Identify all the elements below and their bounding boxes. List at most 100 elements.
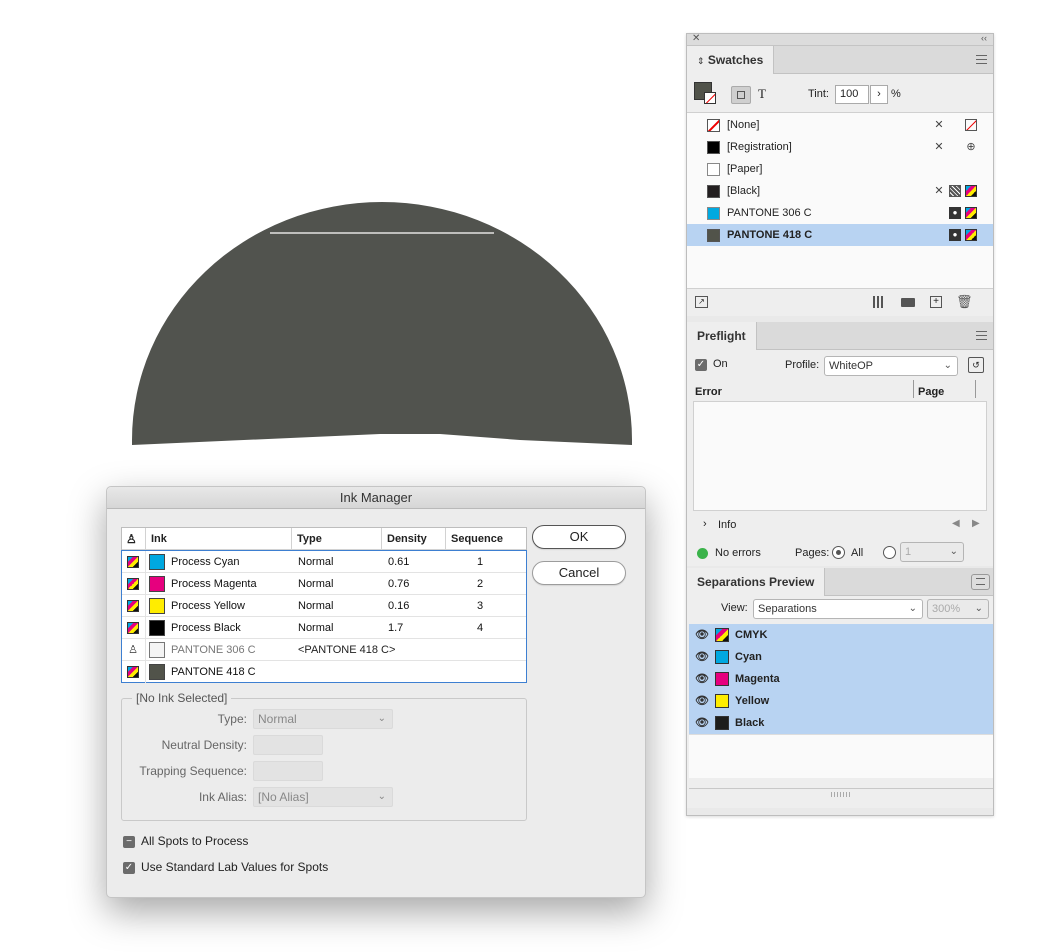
close-icon[interactable]: ✕ bbox=[692, 33, 700, 44]
new-swatch-icon[interactable]: + bbox=[930, 296, 942, 308]
swatch-item-pantone-306[interactable]: PANTONE 306 C ● bbox=[687, 202, 993, 224]
spot-color-icon: ● bbox=[949, 207, 961, 219]
header-ink[interactable]: Ink bbox=[145, 528, 291, 550]
status-indicator bbox=[697, 548, 708, 559]
separations-list-empty bbox=[689, 734, 993, 778]
percent-label: % bbox=[891, 88, 901, 100]
error-column-header[interactable]: Error bbox=[695, 386, 722, 398]
pages-range-input[interactable]: 1 ⌄ bbox=[900, 542, 964, 562]
show-swatch-kinds-icon[interactable]: ↗ bbox=[695, 296, 708, 308]
separation-row-black[interactable]: 👁 Black bbox=[689, 712, 993, 734]
cancel-button[interactable]: Cancel bbox=[532, 561, 626, 585]
color-chip bbox=[715, 694, 729, 708]
swatch-item-registration[interactable]: [Registration] ✕ ⊕ bbox=[687, 136, 993, 158]
cmyk-icon bbox=[965, 207, 977, 219]
process-ink-icon[interactable] bbox=[127, 622, 139, 634]
ink-color-chip bbox=[149, 576, 165, 592]
type-select[interactable]: Normal ⌄ bbox=[253, 709, 393, 729]
spot-ink-icon[interactable]: ♙ bbox=[127, 644, 139, 656]
artwork-shape bbox=[132, 202, 632, 445]
color-group-icon[interactable] bbox=[873, 296, 885, 308]
preflight-error-list[interactable] bbox=[693, 401, 987, 511]
spot-color-icon: ● bbox=[949, 229, 961, 241]
separation-row-cyan[interactable]: 👁 Cyan bbox=[689, 646, 993, 668]
resize-grip-icon[interactable] bbox=[831, 792, 851, 797]
process-ink-icon[interactable] bbox=[127, 666, 139, 678]
pages-range-radio[interactable] bbox=[883, 546, 896, 559]
swatch-item-none[interactable]: [None] ✕ bbox=[687, 114, 993, 136]
swatches-header: T Tint: 100 › % bbox=[687, 74, 993, 112]
all-spots-checkbox[interactable]: − bbox=[123, 836, 135, 848]
separations-body: View: Separations ⌄ 300% ⌄ 👁 CMYK 👁 Cyan… bbox=[687, 596, 993, 808]
swatch-item-pantone-418[interactable]: PANTONE 418 C ● bbox=[687, 224, 993, 246]
separation-row-magenta[interactable]: 👁 Magenta bbox=[689, 668, 993, 690]
swatch-item-paper[interactable]: [Paper] bbox=[687, 158, 993, 180]
panel-menu-icon[interactable] bbox=[976, 55, 987, 64]
swatch-item-black[interactable]: [Black] ✕ bbox=[687, 180, 993, 202]
header-density[interactable]: Density bbox=[381, 528, 445, 550]
ink-row-process-yellow[interactable]: Process Yellow Normal 0.16 3 bbox=[122, 595, 526, 617]
profile-select[interactable]: WhiteOP ⌄ bbox=[824, 356, 958, 376]
tint-chevron-icon[interactable]: › bbox=[870, 85, 888, 104]
process-pattern-icon bbox=[949, 185, 961, 197]
ink-alias-select[interactable]: [No Alias] ⌄ bbox=[253, 787, 393, 807]
container-format-icon[interactable] bbox=[731, 86, 751, 104]
header-type[interactable]: Type bbox=[291, 528, 381, 550]
process-ink-icon[interactable] bbox=[127, 578, 139, 590]
separation-row-cmyk[interactable]: 👁 CMYK bbox=[689, 624, 993, 646]
ink-row-process-black[interactable]: Process Black Normal 1.7 4 bbox=[122, 617, 526, 639]
fill-stroke-widget[interactable] bbox=[694, 82, 716, 104]
half-circle-artwork bbox=[132, 202, 632, 445]
process-ink-icon[interactable] bbox=[127, 556, 139, 568]
chevron-down-icon: ⌄ bbox=[377, 713, 386, 724]
ok-button[interactable]: OK bbox=[532, 525, 626, 549]
profile-label: Profile: bbox=[785, 359, 820, 371]
use-lab-checkbox[interactable]: ✓ bbox=[123, 862, 135, 874]
panel-menu-icon[interactable] bbox=[976, 331, 987, 340]
color-chip bbox=[715, 716, 729, 730]
stroke-swatch[interactable] bbox=[704, 92, 716, 104]
info-chevron-icon[interactable]: › bbox=[703, 518, 707, 530]
tab-swatches[interactable]: ⇕ Swatches bbox=[687, 46, 775, 74]
eye-icon[interactable]: 👁 bbox=[695, 624, 709, 646]
swatch-chip bbox=[707, 119, 720, 132]
tint-input[interactable]: 100 bbox=[835, 85, 869, 104]
info-label[interactable]: Info bbox=[718, 519, 736, 531]
collapse-icon[interactable]: ‹‹ bbox=[981, 33, 987, 43]
color-chip bbox=[715, 672, 729, 686]
ink-row-process-cyan[interactable]: Process Cyan Normal 0.61 1 bbox=[122, 551, 526, 573]
trapping-sequence-input[interactable] bbox=[253, 761, 323, 781]
pages-all-radio[interactable] bbox=[832, 546, 845, 559]
ink-type-header-icon: ♙ bbox=[126, 532, 137, 546]
define-profiles-icon[interactable]: ↺ bbox=[968, 357, 984, 373]
ink-row-pantone-418[interactable]: PANTONE 418 C bbox=[122, 661, 526, 683]
eye-icon[interactable]: 👁 bbox=[695, 646, 709, 668]
ink-row-pantone-306[interactable]: ♙ PANTONE 306 C <PANTONE 418 C> bbox=[122, 639, 526, 661]
tab-preflight[interactable]: Preflight bbox=[687, 322, 757, 350]
header-sequence[interactable]: Sequence bbox=[445, 528, 527, 550]
chevron-down-icon: ⌄ bbox=[949, 546, 958, 557]
prev-arrow-icon[interactable]: ◀ bbox=[952, 518, 960, 529]
text-format-icon[interactable]: T bbox=[758, 86, 766, 102]
preflight-on-checkbox[interactable]: ✓ bbox=[695, 359, 707, 371]
pages-label: Pages: bbox=[795, 547, 830, 559]
view-select[interactable]: Separations ⌄ bbox=[753, 599, 923, 619]
neutral-density-input[interactable] bbox=[253, 735, 323, 755]
panel-menu-icon[interactable] bbox=[971, 574, 990, 590]
ink-color-chip bbox=[149, 554, 165, 570]
ink-color-chip bbox=[149, 642, 165, 658]
tab-separations-preview[interactable]: Separations Preview bbox=[687, 568, 826, 596]
page-column-header[interactable]: Page bbox=[918, 386, 944, 398]
folder-icon[interactable] bbox=[901, 298, 915, 307]
separation-row-yellow[interactable]: 👁 Yellow bbox=[689, 690, 993, 712]
trash-icon[interactable]: 🗑 bbox=[956, 294, 973, 310]
process-ink-icon[interactable] bbox=[127, 600, 139, 612]
zoom-select[interactable]: 300% ⌄ bbox=[927, 599, 989, 619]
eye-icon[interactable]: 👁 bbox=[695, 712, 709, 734]
use-lab-label: Use Standard Lab Values for Spots bbox=[141, 860, 329, 874]
eye-icon[interactable]: 👁 bbox=[695, 668, 709, 690]
ink-row-process-magenta[interactable]: Process Magenta Normal 0.76 2 bbox=[122, 573, 526, 595]
next-arrow-icon[interactable]: ▶ bbox=[972, 518, 980, 529]
eye-icon[interactable]: 👁 bbox=[695, 690, 709, 712]
none-color-icon bbox=[965, 119, 977, 131]
